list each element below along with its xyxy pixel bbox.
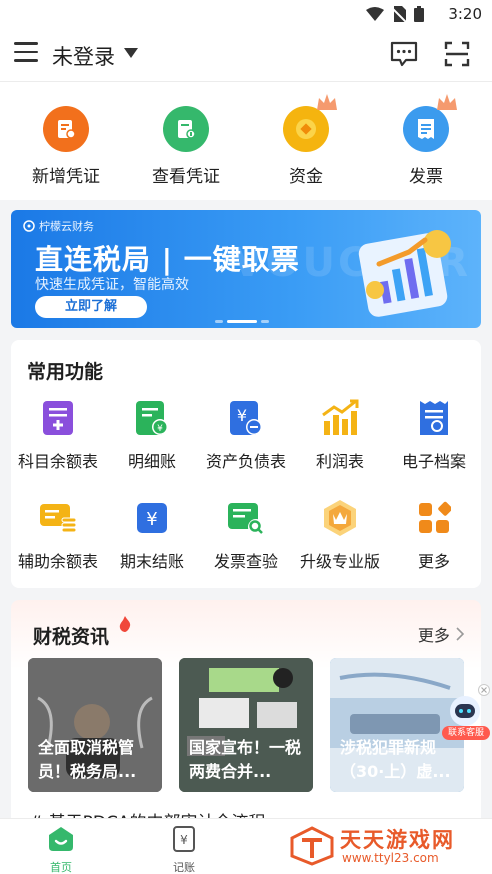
message-icon[interactable] <box>390 41 418 67</box>
site-watermark: 天天游戏网 www.ttyl23.com <box>286 822 492 872</box>
robot-icon <box>450 696 480 726</box>
view-voucher-icon <box>163 106 209 152</box>
banner-title: 直连税局 | 一键取票 <box>35 243 300 276</box>
news-item[interactable]: 国家宣布！一税两费合并... <box>179 658 313 792</box>
quick-action-view-voucher[interactable]: 查看凭证 <box>141 106 231 187</box>
function-detail-ledger[interactable]: ¥ 明细账 <box>105 398 199 472</box>
customer-service-label: 联系客服 <box>442 726 490 740</box>
quick-action-invoice[interactable]: 发票 <box>381 94 471 187</box>
menu-icon[interactable] <box>14 42 38 64</box>
crown-icon <box>437 94 457 110</box>
function-more[interactable]: 更多 <box>387 498 481 572</box>
banner-brand: 柠檬云财务 <box>23 218 94 234</box>
function-profit-statement[interactable]: 利润表 <box>293 398 387 472</box>
news-item[interactable]: 全面取消税管员！税务局... <box>28 658 162 792</box>
customer-service-float[interactable]: 联系客服 <box>440 684 492 742</box>
function-balance-sheet[interactable]: ¥ 资产负债表 <box>199 398 293 472</box>
crown-icon <box>317 94 337 110</box>
battery-icon <box>414 6 424 22</box>
function-aux-balance[interactable]: 辅助余额表 <box>11 498 105 572</box>
invoice-check-icon <box>226 498 266 538</box>
wifi-icon <box>366 7 384 21</box>
common-functions-card: 常用功能 科目余额表 ¥ 明细账 ¥ 资产负债表 利润表 电子档案 辅助余额表 … <box>11 340 481 588</box>
function-e-archive[interactable]: 电子档案 <box>387 398 481 472</box>
function-upgrade-pro[interactable]: 升级专业版 <box>293 498 387 572</box>
status-bar: 3:20 <box>0 0 492 28</box>
quick-action-funds[interactable]: 资金 <box>261 94 351 187</box>
bookkeeping-icon: ¥ <box>173 826 195 852</box>
top-header: 未登录 <box>0 28 492 82</box>
function-invoice-check[interactable]: 发票查验 <box>199 498 293 572</box>
scan-icon[interactable] <box>444 41 470 67</box>
tax-news-card: 财税资讯 更多 全面取消税管员！税务局... 国家宣布！一税两费合并... 涉税… <box>11 600 481 830</box>
new-voucher-icon <box>43 106 89 152</box>
tab-bookkeeping[interactable]: ¥ 记账 <box>149 825 219 874</box>
fire-icon <box>119 616 131 632</box>
chevron-right-icon <box>456 627 465 641</box>
period-close-icon: ¥ <box>132 498 172 538</box>
tax-news-title: 财税资讯 <box>33 626 110 648</box>
no-sim-icon <box>392 6 406 22</box>
quick-actions: 新增凭证 查看凭证 资金 发票 <box>0 82 492 200</box>
function-period-close[interactable]: ¥ 期末结账 <box>105 498 199 572</box>
svg-text:¥: ¥ <box>157 424 163 434</box>
profit-chart-icon <box>320 398 360 438</box>
chevron-down-icon[interactable] <box>124 48 138 58</box>
funds-icon <box>283 94 337 152</box>
more-grid-icon <box>414 498 454 538</box>
banner-pager <box>215 320 269 323</box>
svg-text:¥: ¥ <box>180 833 188 847</box>
invoice-icon <box>403 94 457 152</box>
site-logo-icon <box>290 826 334 866</box>
function-account-balance[interactable]: 科目余额表 <box>11 398 105 472</box>
aux-balance-icon <box>38 498 78 538</box>
lemon-logo-icon <box>23 220 35 232</box>
detail-ledger-icon: ¥ <box>132 398 172 438</box>
news-more-link[interactable]: 更多 <box>418 622 465 646</box>
ledger-plus-icon <box>38 398 78 438</box>
quick-action-new-voucher[interactable]: 新增凭证 <box>21 106 111 187</box>
common-functions-title: 常用功能 <box>27 361 104 383</box>
promo-banner[interactable]: VOUCHER 柠檬云财务 直连税局 | 一键取票 快速生成凭证，智能高效 立即… <box>11 210 481 328</box>
banner-learn-more-button[interactable]: 立即了解 <box>35 296 147 318</box>
tab-home[interactable]: 首页 <box>26 825 96 874</box>
banner-chart-illustration <box>358 230 451 317</box>
home-icon <box>49 827 73 851</box>
upgrade-badge-icon <box>320 498 360 538</box>
balance-sheet-icon: ¥ <box>226 398 266 438</box>
status-time: 3:20 <box>448 5 482 23</box>
banner-subtitle: 快速生成凭证，智能高效 <box>35 277 189 293</box>
svg-text:¥: ¥ <box>237 406 247 425</box>
account-switcher-label[interactable]: 未登录 <box>52 41 115 71</box>
e-archive-icon <box>414 398 454 438</box>
svg-text:¥: ¥ <box>146 509 157 530</box>
